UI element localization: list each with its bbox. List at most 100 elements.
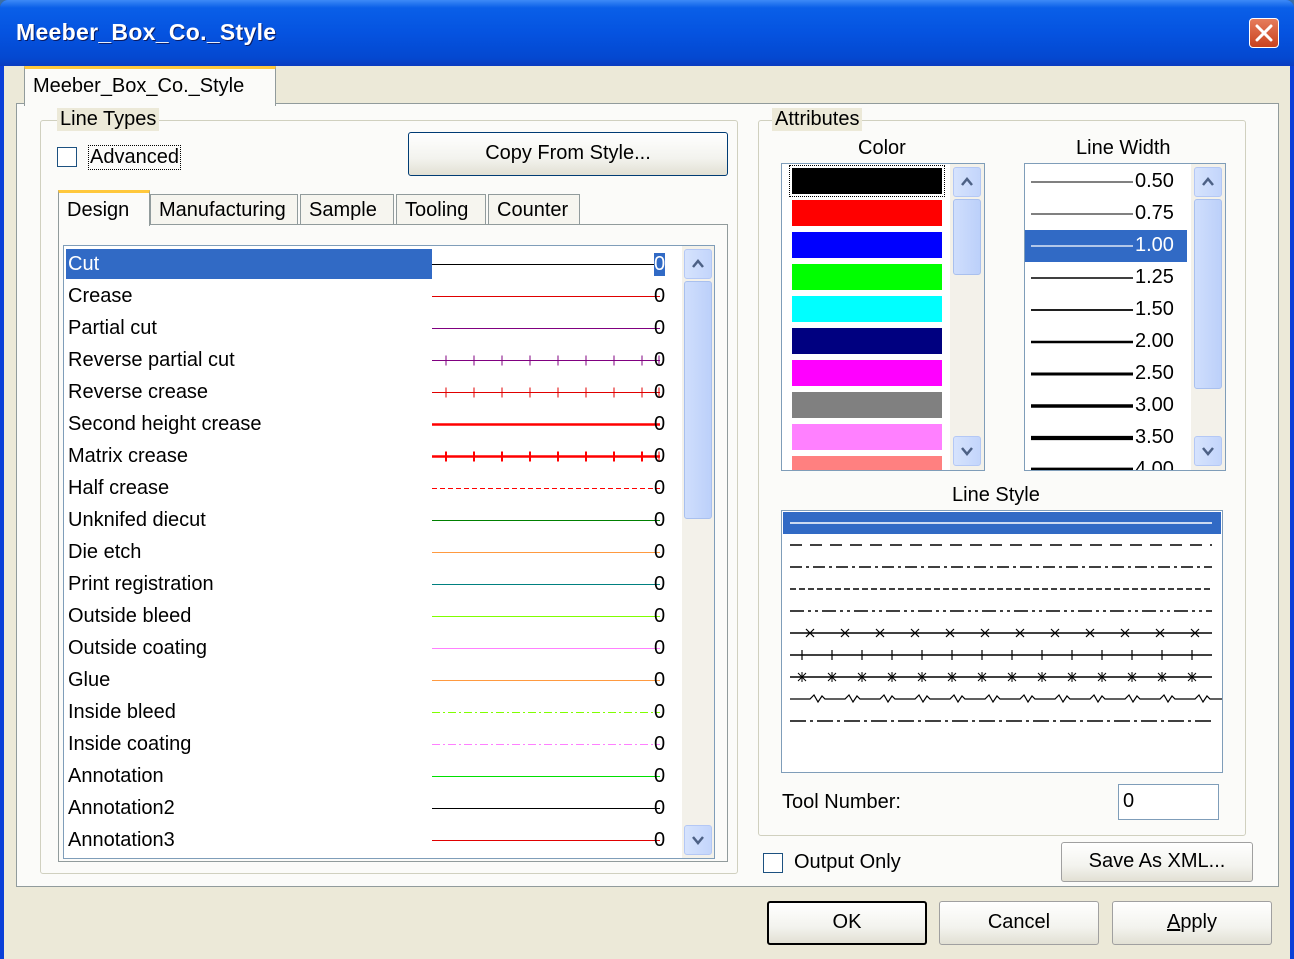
line-style-list[interactable]	[781, 510, 1223, 773]
tab-manufacturing[interactable]: Manufacturing	[150, 194, 298, 224]
chevron-down-icon	[692, 836, 704, 845]
width-scrollbar[interactable]	[1191, 164, 1225, 470]
advanced-checkbox[interactable]	[57, 147, 77, 167]
color-swatch[interactable]	[789, 165, 945, 197]
close-button[interactable]	[1249, 18, 1279, 48]
copy-from-style-label: Copy From Style...	[485, 142, 651, 164]
width-scroll-thumb[interactable]	[1194, 199, 1222, 389]
line-type-row[interactable]: Outside coating 0	[64, 632, 678, 664]
color-swatch[interactable]	[792, 296, 942, 322]
line-width-option[interactable]: 2.50	[1025, 358, 1187, 390]
color-swatch[interactable]	[792, 424, 942, 450]
line-type-name: Annotation2	[68, 797, 175, 819]
line-style-options	[783, 512, 1222, 722]
line-type-row[interactable]: Second height crease 0	[64, 408, 678, 440]
line-style-option[interactable]	[790, 672, 1212, 682]
color-swatch[interactable]	[792, 328, 942, 354]
line-type-row[interactable]: Partial cut 0	[64, 312, 678, 344]
line-type-row[interactable]: Inside bleed 0	[64, 696, 678, 728]
color-scroll-thumb[interactable]	[953, 199, 981, 275]
line-type-row[interactable]: Reverse crease 0	[64, 376, 678, 408]
color-swatch[interactable]	[792, 232, 942, 258]
line-width-value: 1.25	[1135, 266, 1174, 288]
line-type-list[interactable]: Cut 0 Crease 0 Partial cut 0 Reverse partial c…	[63, 245, 715, 859]
line-type-row[interactable]: Annotation3 0	[64, 824, 678, 856]
width-scroll-up-button[interactable]	[1194, 167, 1222, 197]
tab-counter[interactable]: Counter	[488, 194, 580, 224]
color-swatch[interactable]	[792, 264, 942, 290]
line-type-row[interactable]: Inside coating 0	[64, 728, 678, 760]
line-type-row[interactable]: Crease 0	[64, 280, 678, 312]
color-scrollbar[interactable]	[950, 164, 984, 470]
ok-button[interactable]: OK	[767, 901, 927, 945]
color-scroll-up-button[interactable]	[953, 167, 981, 197]
apply-button[interactable]: Apply	[1112, 901, 1272, 945]
line-type-name: Half crease	[68, 477, 170, 499]
output-only-checkbox[interactable]	[763, 853, 783, 873]
tool-number-input[interactable]: 0	[1118, 784, 1219, 820]
color-list[interactable]	[781, 163, 985, 471]
line-type-row[interactable]: Annotation 0	[64, 760, 678, 792]
line-type-row[interactable]: Annotation2 0	[64, 792, 678, 824]
line-style-option[interactable]	[790, 694, 1222, 704]
line-type-name: Glue	[68, 669, 111, 691]
line-type-row[interactable]: Cut 0	[64, 248, 678, 280]
apply-label: Apply	[1167, 911, 1217, 933]
line-type-row[interactable]: Die etch 0	[64, 536, 678, 568]
advanced-label[interactable]: Advanced	[88, 145, 181, 170]
dialog-window: Meeber_Box_Co._Style Meeber_Box_Co._Styl…	[0, 0, 1294, 959]
line-type-name: Crease	[68, 285, 133, 307]
title-bar[interactable]: Meeber_Box_Co._Style	[0, 0, 1294, 66]
color-swatch[interactable]	[792, 200, 942, 226]
line-type-name: Reverse partial cut	[68, 349, 235, 371]
tab-manufacturing-label: Manufacturing	[159, 199, 286, 221]
tab-counter-label: Counter	[497, 199, 569, 221]
line-width-sample	[1031, 245, 1133, 247]
line-width-option[interactable]: 4.00	[1025, 454, 1187, 470]
line-type-name: Partial cut	[68, 317, 157, 339]
color-swatch[interactable]	[792, 360, 942, 386]
line-type-row[interactable]: Outside bleed 0	[64, 600, 678, 632]
line-width-option[interactable]: 3.00	[1025, 390, 1187, 422]
cancel-button[interactable]: Cancel	[939, 901, 1099, 945]
width-scroll-down-button[interactable]	[1194, 436, 1222, 466]
line-width-option[interactable]: 1.50	[1025, 294, 1187, 326]
line-width-option[interactable]: 1.25	[1025, 262, 1187, 294]
line-style-option[interactable]	[790, 650, 1212, 660]
line-type-row[interactable]: Unknifed diecut 0	[64, 504, 678, 536]
line-type-value: 0	[654, 733, 666, 755]
line-width-option[interactable]: 2.00	[1025, 326, 1187, 358]
line-width-sample	[1031, 467, 1133, 470]
line-type-scrollbar[interactable]	[682, 246, 714, 858]
line-type-preview	[432, 680, 660, 681]
line-width-option[interactable]: 1.00	[1025, 230, 1187, 262]
tab-style[interactable]: Meeber_Box_Co._Style	[24, 66, 276, 106]
line-type-row[interactable]: Glue 0	[64, 664, 678, 696]
line-type-name: Second height crease	[68, 413, 262, 435]
line-style-option[interactable]	[783, 512, 1221, 534]
scroll-down-button[interactable]	[684, 825, 712, 855]
line-style-label: Line Style	[952, 484, 1040, 506]
output-only-label[interactable]: Output Only	[794, 851, 901, 874]
color-scroll-down-button[interactable]	[953, 436, 981, 466]
line-width-list[interactable]: 0.50 0.75 1.00 1.25 1.50 2.00 2.50 3.00 3.50 4.00	[1024, 163, 1226, 471]
line-width-option[interactable]: 0.50	[1025, 166, 1187, 198]
line-type-row[interactable]: Matrix crease 0	[64, 440, 678, 472]
tab-tooling[interactable]: Tooling	[396, 194, 486, 224]
line-type-row[interactable]: Reverse partial cut 0	[64, 344, 678, 376]
copy-from-style-button[interactable]: Copy From Style...	[408, 132, 728, 176]
color-swatch[interactable]	[792, 392, 942, 418]
line-width-option[interactable]: 0.75	[1025, 198, 1187, 230]
color-swatch[interactable]	[792, 456, 942, 470]
chevron-up-icon	[961, 177, 973, 186]
scroll-up-button[interactable]	[684, 249, 712, 279]
tab-design[interactable]: Design	[58, 190, 150, 226]
window-title: Meeber_Box_Co._Style	[16, 19, 277, 45]
tab-sample[interactable]: Sample	[300, 194, 394, 224]
line-style-option[interactable]	[790, 628, 1212, 638]
line-type-row[interactable]: Half crease 0	[64, 472, 678, 504]
scroll-thumb[interactable]	[684, 281, 712, 519]
line-width-option[interactable]: 3.50	[1025, 422, 1187, 454]
line-type-row[interactable]: Print registration 0	[64, 568, 678, 600]
save-as-xml-button[interactable]: Save As XML...	[1061, 842, 1253, 882]
